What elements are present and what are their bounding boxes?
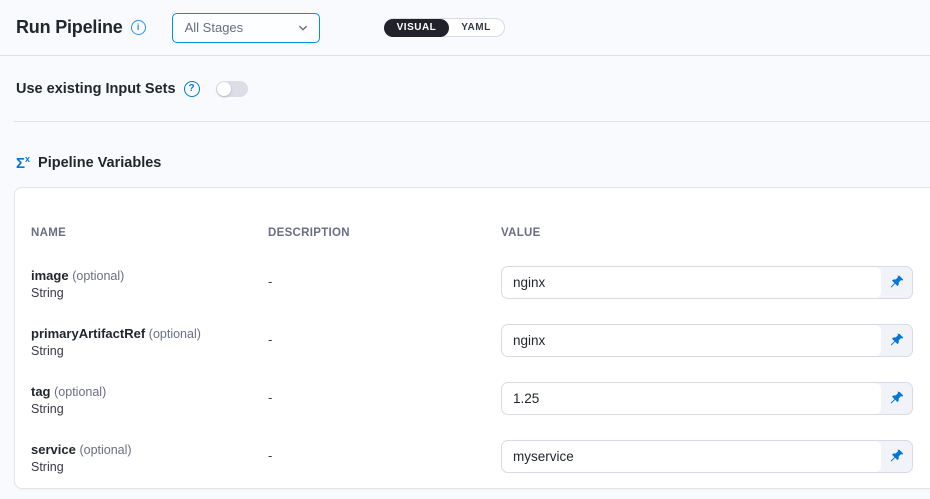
- variable-name: image: [31, 268, 69, 283]
- stage-select-dropdown[interactable]: All Stages: [172, 13, 320, 43]
- variable-value-cell: [501, 382, 913, 415]
- input-sets-row: Use existing Input Sets ?: [0, 56, 930, 121]
- pin-icon[interactable]: [881, 325, 912, 356]
- variable-row: service (optional) String -: [31, 440, 921, 476]
- variable-name: primaryArtifactRef: [31, 326, 145, 341]
- sigma-x-icon: Σx: [16, 155, 30, 171]
- variable-value-group: [501, 440, 913, 473]
- variable-row: primaryArtifactRef (optional) String -: [31, 324, 921, 382]
- variable-value-input[interactable]: [502, 325, 881, 356]
- variables-card: NAME DESCRIPTION VALUE image (optional) …: [14, 187, 930, 489]
- stage-select-value: All Stages: [185, 20, 244, 35]
- page-title: Run Pipeline: [16, 17, 123, 38]
- variable-description: -: [268, 324, 501, 347]
- column-header-name: NAME: [31, 227, 268, 239]
- chevron-down-icon: [297, 22, 309, 34]
- variable-description: -: [268, 382, 501, 405]
- variable-value-group: [501, 266, 913, 299]
- variables-rows: image (optional) String - primaryArtifac…: [31, 266, 921, 476]
- variable-name-cell: service (optional) String: [31, 440, 268, 476]
- variable-type: String: [31, 401, 268, 418]
- info-circle-icon[interactable]: i: [131, 20, 146, 35]
- run-pipeline-header: Run Pipeline i All Stages VISUAL YAML: [0, 0, 930, 56]
- column-header-description: DESCRIPTION: [268, 227, 501, 239]
- variable-type: String: [31, 285, 268, 302]
- variable-name: tag: [31, 384, 51, 399]
- pipeline-variables-title-row: Σx Pipeline Variables: [0, 155, 930, 171]
- variable-optional-tag: (optional): [149, 327, 201, 341]
- variable-row: tag (optional) String -: [31, 382, 921, 440]
- pin-icon[interactable]: [881, 441, 912, 472]
- variable-value-group: [501, 324, 913, 357]
- input-sets-toggle[interactable]: [216, 81, 248, 97]
- variable-row: image (optional) String -: [31, 266, 921, 324]
- variable-optional-tag: (optional): [79, 443, 131, 457]
- variable-optional-tag: (optional): [72, 269, 124, 283]
- variable-name: service: [31, 442, 76, 457]
- variable-value-input[interactable]: [502, 267, 881, 298]
- variable-value-input[interactable]: [502, 441, 881, 472]
- pipeline-variables-title: Pipeline Variables: [38, 155, 161, 171]
- variable-value-group: [501, 382, 913, 415]
- variable-value-cell: [501, 266, 913, 299]
- pin-icon[interactable]: [881, 383, 912, 414]
- visual-yaml-toggle: VISUAL YAML: [384, 18, 505, 37]
- tab-visual[interactable]: VISUAL: [384, 19, 450, 37]
- tab-yaml[interactable]: YAML: [448, 19, 503, 37]
- column-header-value: VALUE: [501, 227, 913, 239]
- variable-description: -: [268, 440, 501, 463]
- variable-name-cell: primaryArtifactRef (optional) String: [31, 324, 268, 360]
- variable-type: String: [31, 459, 268, 476]
- toggle-knob: [217, 82, 231, 96]
- variable-value-input[interactable]: [502, 383, 881, 414]
- input-sets-label: Use existing Input Sets: [16, 81, 176, 97]
- pin-icon[interactable]: [881, 267, 912, 298]
- variable-optional-tag: (optional): [54, 385, 106, 399]
- variable-value-cell: [501, 324, 913, 357]
- variable-type: String: [31, 343, 268, 360]
- variables-table-header: NAME DESCRIPTION VALUE: [31, 227, 921, 239]
- question-circle-icon[interactable]: ?: [184, 81, 200, 97]
- variable-name-cell: image (optional) String: [31, 266, 268, 302]
- pipeline-variables-section: Σx Pipeline Variables NAME DESCRIPTION V…: [0, 122, 930, 489]
- variable-name-cell: tag (optional) String: [31, 382, 268, 418]
- variable-description: -: [268, 266, 501, 289]
- variable-value-cell: [501, 440, 913, 473]
